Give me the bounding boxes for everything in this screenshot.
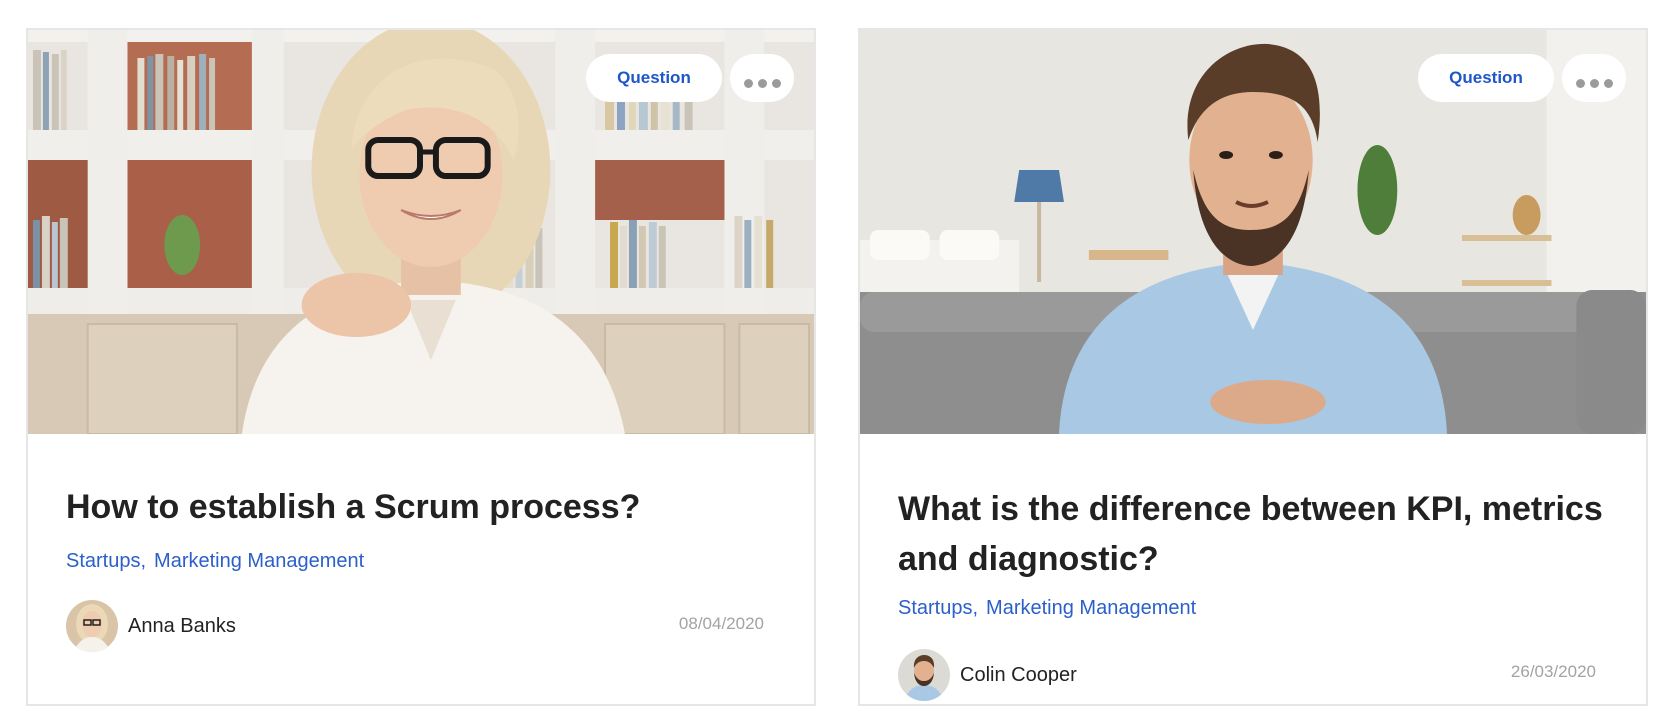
question-card[interactable]: Question What is the difference between … — [858, 28, 1648, 706]
post-date: 26/03/2020 — [1510, 662, 1596, 681]
author-info[interactable]: Colin Cooper — [898, 649, 1077, 701]
more-options-button[interactable] — [1562, 54, 1626, 102]
author-name[interactable]: Anna Banks — [128, 615, 236, 638]
tag-list: Startups, Marketing Management — [66, 550, 364, 573]
post-date: 08/04/2020 — [678, 614, 764, 633]
tag-link-marketing-management[interactable]: Marketing Management — [986, 597, 1196, 620]
tag-link-startups[interactable]: Startups, — [898, 597, 978, 620]
avatar[interactable] — [898, 649, 950, 701]
more-dots-icon — [1575, 78, 1613, 88]
author-name[interactable]: Colin Cooper — [960, 664, 1077, 687]
more-dots-icon — [743, 78, 781, 88]
tag-list: Startups, Marketing Management — [898, 597, 1196, 620]
card-title[interactable]: What is the difference between KPI, metr… — [898, 484, 1618, 584]
more-options-button[interactable] — [730, 54, 794, 102]
author-info[interactable]: Anna Banks — [66, 600, 236, 652]
card-title[interactable]: How to establish a Scrum process? — [66, 482, 786, 532]
avatar[interactable] — [66, 600, 118, 652]
tag-link-marketing-management[interactable]: Marketing Management — [154, 550, 364, 573]
question-badge-button[interactable]: Question — [1418, 54, 1554, 102]
question-badge-button[interactable]: Question — [586, 54, 722, 102]
tag-link-startups[interactable]: Startups, — [66, 550, 146, 573]
question-card[interactable]: Question How to establish a Scrum proces… — [26, 28, 816, 706]
